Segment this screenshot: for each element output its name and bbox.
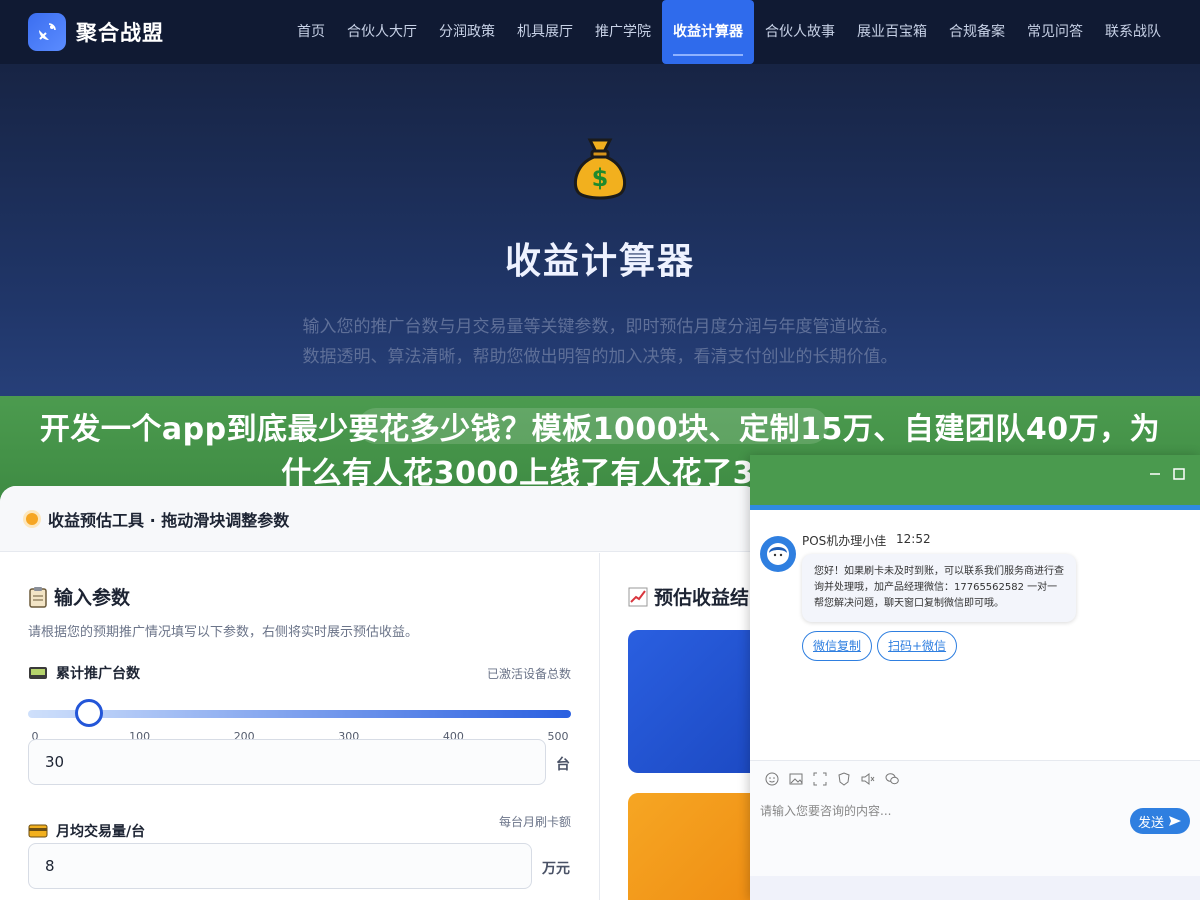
nav-item-3[interactable]: 机具展厅 bbox=[506, 0, 584, 64]
devices-slider-thumb[interactable] bbox=[75, 699, 104, 727]
agent-avatar bbox=[760, 536, 796, 572]
top-nav: 聚合战盟 首页 合伙人大厅 分润政策 机具展厅 推广学院 收益计算器 合伙人故事 展业百宝箱合… bbox=[0, 0, 1200, 64]
nav-item-6[interactable]: 合伙人故事 bbox=[754, 0, 846, 64]
brand-logo[interactable]: 聚合战盟 bbox=[28, 13, 164, 51]
pager-icon bbox=[29, 667, 47, 679]
send-icon bbox=[1169, 816, 1181, 826]
calculator-card: 收益预估工具 · 拖动滑块调整参数 输入参数 请根据您的预期推广情况填写以下参数… bbox=[0, 486, 760, 900]
annual-result-card bbox=[628, 793, 760, 900]
send-button[interactable]: 发送 bbox=[1130, 808, 1190, 834]
brand-name: 聚合战盟 bbox=[76, 21, 164, 45]
maximize-icon[interactable] bbox=[1172, 467, 1186, 481]
chat-header bbox=[750, 455, 1200, 510]
devices-label: 累计推广台数 bbox=[28, 663, 140, 683]
result-pane: 预估收益结 bbox=[600, 553, 760, 900]
message-time: 12:52 bbox=[896, 532, 931, 546]
agent-message: 您好！如果刷卡未及时到账，可以联系我们服务商进行查询并处理哦，加产品经理微信：1… bbox=[802, 554, 1076, 622]
main-menu: 首页 合伙人大厅 分润政策 机具展厅 推广学院 收益计算器 合伙人故事 展业百宝箱 合规备案 常见… bbox=[286, 0, 1172, 64]
copy-wechat-button[interactable]: 微信复制 bbox=[802, 631, 873, 661]
page-description: 输入您的推广台数与月交易量等关键参数，即时预估月度分润与年度管道收益。数据透明、… bbox=[302, 317, 898, 367]
chat-toolbar bbox=[750, 760, 1200, 796]
wechat-icon[interactable] bbox=[885, 772, 899, 786]
send-button-label: 发送 bbox=[1137, 815, 1164, 831]
devices-unit: 台 bbox=[556, 757, 570, 773]
money-bag-icon: $ bbox=[573, 138, 627, 200]
agent-avatar-icon bbox=[767, 543, 789, 565]
nav-item-5[interactable]: 收益计算器 bbox=[662, 0, 754, 64]
emoji-icon[interactable] bbox=[765, 772, 779, 786]
image-icon[interactable] bbox=[789, 772, 803, 786]
hero-section: $ 收益计算器 输入您的推广台数与月交易量等关键参数，即时预估月度分润与年度管道… bbox=[0, 64, 1200, 404]
volume-hint: 每台月刷卡额 bbox=[498, 815, 571, 829]
nav-item-7[interactable]: 展业百宝箱 bbox=[846, 0, 938, 64]
calculator-header-title: 收益预估工具 · 拖动滑块调整参数 bbox=[48, 510, 290, 530]
rating-icon[interactable] bbox=[837, 771, 851, 786]
sound-icon[interactable] bbox=[861, 772, 875, 786]
slider-tick-label: 500 bbox=[547, 730, 569, 743]
input-pane: 输入参数 请根据您的预期推广情况填写以下参数，右侧将实时展示预估收益。 累计推广… bbox=[0, 553, 600, 900]
nav-item-8[interactable]: 合规备案 bbox=[938, 0, 1016, 64]
agent-name: POS机办理小佳 bbox=[802, 534, 887, 548]
volume-unit: 万元 bbox=[542, 861, 570, 877]
input-title: 输入参数 bbox=[28, 583, 130, 610]
nav-item-9[interactable]: 常见问答 bbox=[1016, 0, 1094, 64]
clipboard-icon bbox=[29, 586, 47, 608]
satellite-icon bbox=[28, 13, 66, 51]
chat-footer bbox=[750, 876, 1200, 900]
input-title-text: 输入参数 bbox=[54, 587, 131, 609]
nav-item-4[interactable]: 推广学院 bbox=[584, 0, 662, 64]
calculator-header: 收益预估工具 · 拖动滑块调整参数 bbox=[0, 486, 760, 552]
credit-card-icon bbox=[28, 824, 48, 838]
volume-label: 月均交易量/台 bbox=[28, 821, 145, 841]
chat-input[interactable]: 请输入您要咨询的内容... bbox=[760, 802, 891, 819]
volume-label-text: 月均交易量/台 bbox=[56, 824, 146, 840]
nav-item-2[interactable]: 分润政策 bbox=[428, 0, 506, 64]
chat-messages: POS机办理小佳 12:52 您好！如果刷卡未及时到账，可以联系我们服务商进行查… bbox=[750, 510, 1200, 760]
nav-item-10[interactable]: 联系战队 bbox=[1094, 0, 1172, 64]
svg-text:$: $ bbox=[592, 164, 609, 192]
page-title: 收益计算器 bbox=[504, 241, 695, 282]
result-title-text: 预估收益结 bbox=[654, 587, 750, 609]
minimize-icon[interactable] bbox=[1148, 467, 1162, 481]
volume-input[interactable]: 8 bbox=[28, 843, 532, 889]
status-dot-icon bbox=[26, 512, 38, 525]
devices-hint: 已激活设备总数 bbox=[486, 667, 571, 681]
chart-up-icon bbox=[628, 587, 648, 606]
devices-slider-track[interactable] bbox=[28, 710, 571, 718]
monthly-result-card bbox=[628, 630, 760, 773]
chat-widget: POS机办理小佳 12:52 您好！如果刷卡未及时到账，可以联系我们服务商进行查… bbox=[750, 455, 1200, 900]
nav-item-1[interactable]: 合伙人大厅 bbox=[336, 0, 428, 64]
devices-input[interactable]: 30 bbox=[28, 739, 546, 785]
screenshot-icon[interactable] bbox=[813, 772, 827, 786]
scan-wechat-button[interactable]: 扫码+微信 bbox=[877, 631, 958, 661]
devices-label-text: 累计推广台数 bbox=[56, 666, 140, 682]
result-title: 预估收益结 bbox=[628, 583, 749, 610]
input-subtitle: 请根据您的预期推广情况填写以下参数，右侧将实时展示预估收益。 bbox=[28, 625, 419, 640]
nav-item-0[interactable]: 首页 bbox=[286, 0, 336, 64]
